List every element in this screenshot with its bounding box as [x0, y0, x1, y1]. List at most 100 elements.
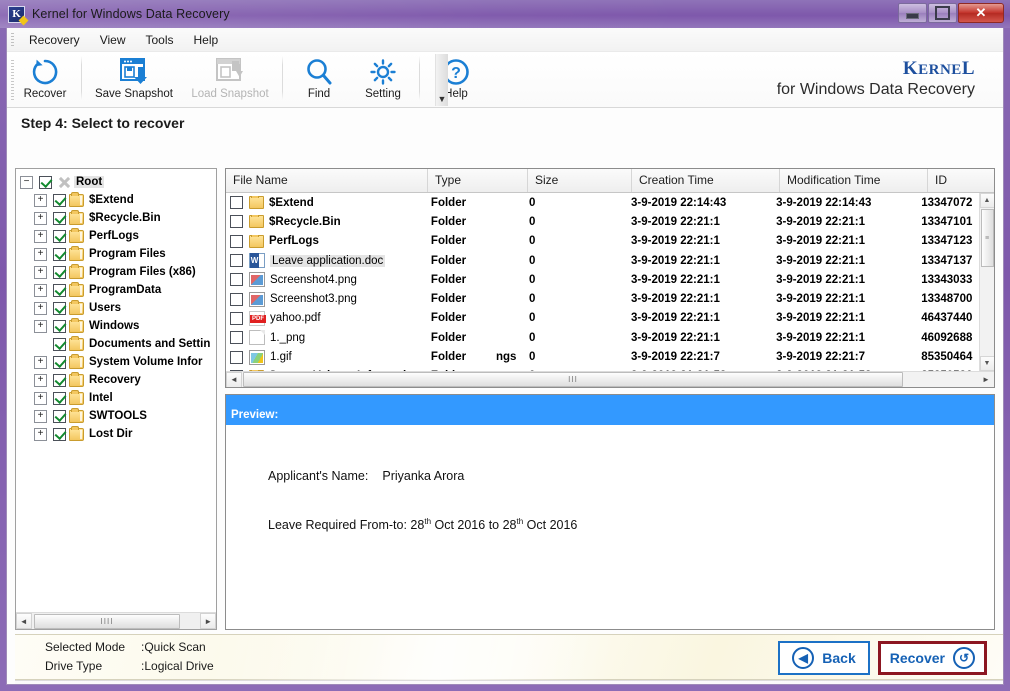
- column-header-modification-time[interactable]: Modification Time: [780, 169, 928, 192]
- tree-node-root[interactable]: − Root: [20, 173, 216, 191]
- row-checkbox[interactable]: [230, 331, 243, 345]
- column-header-type[interactable]: Type: [428, 169, 528, 192]
- tree-node-system-volume-information[interactable]: + System Volume Infor: [20, 353, 216, 371]
- tree-label: System Volume Infor: [89, 356, 203, 368]
- expand-icon[interactable]: +: [34, 229, 47, 243]
- row-checkbox[interactable]: [230, 350, 243, 364]
- expand-icon[interactable]: +: [34, 211, 47, 225]
- recover-button[interactable]: Recover ↺: [877, 641, 987, 675]
- row-checkbox[interactable]: [230, 311, 243, 325]
- tree-checkbox[interactable]: [53, 229, 66, 243]
- tree-checkbox[interactable]: [53, 283, 66, 297]
- back-button[interactable]: ◀ Back: [778, 641, 870, 675]
- expand-icon[interactable]: +: [34, 427, 47, 441]
- tree-scroll-thumb[interactable]: IIII: [33, 613, 181, 629]
- column-header-file-name[interactable]: File Name: [226, 169, 428, 192]
- scroll-left-arrow-icon[interactable]: ◄: [226, 371, 242, 387]
- row-checkbox[interactable]: [230, 273, 243, 287]
- minimize-button[interactable]: [898, 3, 927, 23]
- maximize-button[interactable]: [928, 3, 957, 23]
- expand-icon[interactable]: +: [34, 247, 47, 261]
- tree-node-perflogs[interactable]: + PerfLogs: [20, 227, 216, 245]
- tree-checkbox[interactable]: [53, 373, 66, 387]
- toolbar-find-button[interactable]: Find: [287, 52, 351, 106]
- tree-node-windows[interactable]: + Windows: [20, 317, 216, 335]
- menu-item-view[interactable]: View: [90, 30, 136, 50]
- tree-checkbox[interactable]: [53, 409, 66, 423]
- tree-checkbox[interactable]: [53, 355, 66, 369]
- tree-node-intel[interactable]: + Intel: [20, 389, 216, 407]
- tree-node-swtools[interactable]: + SWTOOLS: [20, 407, 216, 425]
- expand-icon[interactable]: +: [34, 301, 47, 315]
- tree-node-extend[interactable]: + $Extend: [20, 191, 216, 209]
- toolbar-setting-button[interactable]: Setting: [351, 52, 415, 106]
- tree-horizontal-scrollbar[interactable]: ◄ IIII ►: [16, 612, 216, 629]
- table-row[interactable]: Screenshot3.png Folder 0 3-9-2019 22:21:…: [226, 289, 979, 308]
- tree-checkbox[interactable]: [53, 265, 66, 279]
- menu-item-recovery[interactable]: Recovery: [19, 30, 90, 50]
- tree-node-documents-and-settings[interactable]: Documents and Settin: [20, 335, 216, 353]
- tree-node-recyclebin[interactable]: + $Recycle.Bin: [20, 209, 216, 227]
- folder-tree-panel[interactable]: − Root + $Extend + $Recycle.Bin + PerfLo…: [15, 168, 217, 630]
- column-header-creation-time[interactable]: Creation Time: [632, 169, 780, 192]
- expand-icon[interactable]: +: [34, 319, 47, 333]
- expand-icon[interactable]: +: [34, 391, 47, 405]
- table-row[interactable]: 1.gif ngs Folder 0 3-9-2019 22:21:7 3-9-…: [226, 347, 979, 366]
- tree-node-lost-dir[interactable]: + Lost Dir: [20, 425, 216, 443]
- vertical-scroll-thumb[interactable]: ≡: [980, 209, 994, 267]
- tree-checkbox[interactable]: [53, 301, 66, 315]
- expand-icon[interactable]: +: [34, 373, 47, 387]
- table-row[interactable]: $Recycle.Bin Folder 0 3-9-2019 22:21:1 3…: [226, 212, 979, 231]
- menu-item-help[interactable]: Help: [184, 30, 229, 50]
- tree-node-program-files[interactable]: + Program Files: [20, 245, 216, 263]
- expand-icon[interactable]: +: [34, 355, 47, 369]
- table-row[interactable]: yahoo.pdf Folder 0 3-9-2019 22:21:1 3-9-…: [226, 309, 979, 328]
- menu-item-tools[interactable]: Tools: [135, 30, 183, 50]
- scroll-right-arrow-icon[interactable]: ►: [200, 613, 216, 629]
- file-list-horizontal-scrollbar[interactable]: ◄ III ►: [226, 371, 994, 387]
- file-list-vertical-scrollbar[interactable]: ▲ ≡ ▼: [979, 193, 994, 371]
- tree-checkbox[interactable]: [53, 391, 66, 405]
- tree-node-program-files-x86[interactable]: + Program Files (x86): [20, 263, 216, 281]
- close-button[interactable]: ✕: [958, 3, 1004, 23]
- toolbar-save-snapshot-button[interactable]: Save Snapshot: [86, 52, 182, 106]
- tree-checkbox[interactable]: [53, 193, 66, 207]
- table-row[interactable]: PerfLogs Folder 0 3-9-2019 22:21:1 3-9-2…: [226, 232, 979, 251]
- row-checkbox[interactable]: [230, 254, 243, 268]
- collapse-icon[interactable]: −: [20, 175, 33, 189]
- recover-button-label: Recover: [889, 650, 945, 666]
- tree-checkbox[interactable]: [53, 319, 66, 333]
- column-header-id[interactable]: ID: [928, 169, 994, 192]
- row-checkbox[interactable]: [230, 215, 243, 229]
- table-row[interactable]: Leave application.doc Folder 0 3-9-2019 …: [226, 251, 979, 270]
- tree-checkbox[interactable]: [53, 247, 66, 261]
- scroll-left-arrow-icon[interactable]: ◄: [16, 613, 32, 629]
- row-checkbox[interactable]: [230, 292, 243, 306]
- table-row[interactable]: 1._png Folder 0 3-9-2019 22:21:1 3-9-201…: [226, 328, 979, 347]
- table-row[interactable]: Screenshot4.png Folder 0 3-9-2019 22:21:…: [226, 270, 979, 289]
- horizontal-scroll-thumb[interactable]: III: [243, 372, 903, 387]
- expand-icon[interactable]: +: [34, 409, 47, 423]
- toolbar-load-snapshot-button[interactable]: Load Snapshot: [182, 52, 278, 106]
- scroll-up-arrow-icon[interactable]: ▲: [979, 193, 994, 208]
- tree-node-users[interactable]: + Users: [20, 299, 216, 317]
- row-checkbox[interactable]: [230, 196, 243, 210]
- toolbar-recover-button[interactable]: Recover: [13, 52, 77, 106]
- scroll-right-arrow-icon[interactable]: ►: [978, 372, 994, 388]
- file-list[interactable]: File Name Type Size Creation Time Modifi…: [225, 168, 995, 388]
- tree-node-recovery[interactable]: + Recovery: [20, 371, 216, 389]
- expand-icon[interactable]: +: [34, 265, 47, 279]
- tree-checkbox-root[interactable]: [39, 175, 52, 189]
- expand-icon[interactable]: +: [34, 283, 47, 297]
- tree-checkbox[interactable]: [53, 211, 66, 225]
- tree-checkbox[interactable]: [53, 337, 66, 351]
- tree-node-programdata[interactable]: + ProgramData: [20, 281, 216, 299]
- column-header-size[interactable]: Size: [528, 169, 632, 192]
- scroll-down-arrow-icon[interactable]: ▼: [979, 356, 994, 371]
- toolbar-help-button[interactable]: ? Help: [424, 52, 488, 106]
- tree-checkbox[interactable]: [53, 427, 66, 441]
- table-row[interactable]: $Extend Folder 0 3-9-2019 22:14:43 3-9-2…: [226, 193, 979, 212]
- row-checkbox[interactable]: [230, 234, 243, 248]
- toolbar-overflow-button[interactable]: ▼: [435, 54, 448, 106]
- expand-icon[interactable]: +: [34, 193, 47, 207]
